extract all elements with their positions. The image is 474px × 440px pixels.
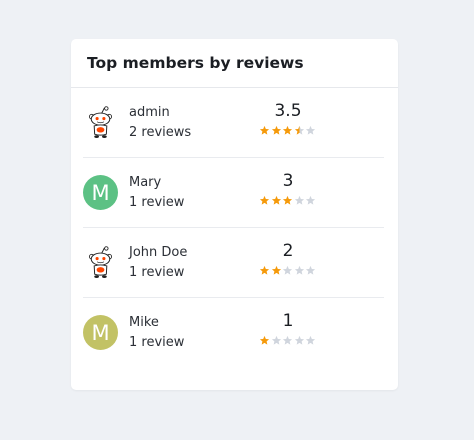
card-title: Top members by reviews (87, 54, 304, 72)
star-icon (306, 195, 316, 205)
star-icon (271, 335, 281, 345)
member-rating: 3.5 (253, 100, 323, 136)
card-header: Top members by reviews (71, 39, 398, 88)
star-icon (260, 335, 270, 345)
star-icon (283, 125, 293, 135)
rating-value: 2 (282, 241, 294, 261)
member-review-count: 1 review (129, 264, 185, 280)
star-rating (259, 265, 317, 276)
star-icon (271, 195, 281, 205)
avatar-initial: M (91, 320, 110, 345)
star-icon (294, 195, 304, 205)
star-icon (283, 335, 293, 345)
member-row[interactable]: M Mary 1 review 3 (83, 158, 384, 228)
star-icon (260, 125, 270, 135)
star-rating (259, 125, 317, 136)
member-info: John Doe 1 review (129, 243, 249, 283)
star-rating (259, 335, 317, 346)
member-name[interactable]: admin (129, 103, 249, 123)
member-list: admin 2 reviews 3.5 M Mary 1 review 3 Jo… (71, 88, 398, 367)
rating-value: 3 (282, 171, 294, 191)
member-row[interactable]: admin 2 reviews 3.5 (83, 88, 384, 158)
member-review-count: 2 reviews (129, 124, 192, 140)
member-review-count: 1 review (129, 194, 185, 210)
member-row[interactable]: John Doe 1 review 2 (83, 228, 384, 298)
star-icon (294, 125, 304, 135)
star-icon (294, 335, 304, 345)
avatar-initial: M (91, 180, 110, 205)
star-icon (306, 265, 316, 275)
star-icon (294, 265, 304, 275)
member-name[interactable]: Mary (129, 173, 249, 193)
star-icon (271, 265, 281, 275)
member-row[interactable]: M Mike 1 review 1 (83, 298, 384, 367)
star-icon (271, 125, 281, 135)
member-info: admin 2 reviews (129, 103, 249, 143)
star-icon (306, 335, 316, 345)
member-name[interactable]: John Doe (129, 243, 249, 263)
star-icon (260, 195, 270, 205)
member-rating: 3 (253, 170, 323, 206)
reddit-alien-avatar-icon (83, 105, 118, 140)
member-name[interactable]: Mike (129, 313, 249, 333)
star-icon (283, 265, 293, 275)
rating-value: 3.5 (274, 101, 302, 121)
member-avatar[interactable] (83, 105, 118, 140)
star-icon (260, 265, 270, 275)
member-rating: 1 (253, 310, 323, 346)
member-info: Mary 1 review (129, 173, 249, 213)
member-rating: 2 (253, 240, 323, 276)
star-rating (259, 195, 317, 206)
member-avatar[interactable] (83, 245, 118, 280)
star-icon (306, 125, 316, 135)
rating-value: 1 (282, 311, 294, 331)
member-review-count: 1 review (129, 334, 185, 350)
member-avatar[interactable]: M (83, 315, 118, 350)
star-icon (283, 195, 293, 205)
member-avatar[interactable]: M (83, 175, 118, 210)
reddit-alien-avatar-icon (83, 245, 118, 280)
member-info: Mike 1 review (129, 313, 249, 353)
top-members-card: Top members by reviews admin 2 reviews 3… (71, 39, 398, 390)
